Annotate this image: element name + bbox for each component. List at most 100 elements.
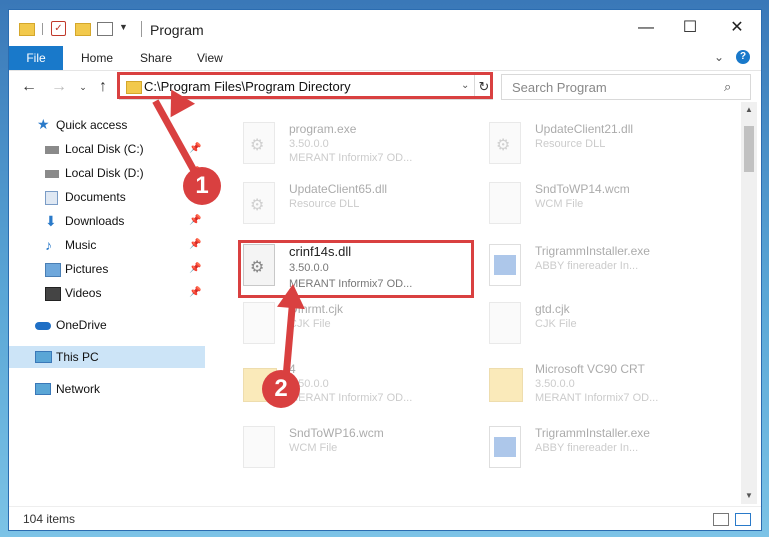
file-detail: 3.50.0.0	[535, 378, 575, 390]
sidebar-item-pictures[interactable]: Pictures 📌	[9, 258, 205, 280]
file-item[interactable]: UpdateClient65.dll Resource DLL	[233, 178, 481, 234]
close-button[interactable]: ✕	[714, 10, 760, 46]
pin-icon[interactable]: 📌	[189, 138, 201, 160]
explorer-window: ✓ ▼ Program — ☐ ✕ File Home Share View ⌄…	[9, 10, 761, 530]
refresh-icon[interactable]: ↻	[474, 75, 493, 99]
file-item[interactable]: Microsoft VC90 CRT 3.50.0.0 MERANT Infor…	[479, 358, 727, 414]
status-bar: 104 items	[9, 506, 761, 530]
gear-file-icon	[489, 122, 521, 164]
sidebar-item-music[interactable]: ♪ Music 📌	[9, 234, 205, 256]
expand-ribbon-chevron-icon[interactable]: ⌄	[714, 50, 724, 64]
customize-toolbar-chevron-icon[interactable]: ▼	[119, 22, 128, 38]
window-title: Program	[150, 22, 204, 38]
file-detail: MERANT Informix7 OD...	[289, 392, 413, 404]
step-1-badge: 1	[183, 167, 221, 205]
computer-icon	[35, 351, 52, 363]
pictures-icon	[45, 263, 61, 277]
file-highlight-box	[238, 240, 474, 298]
file-item[interactable]: SndToWP16.wcm WCM File	[233, 422, 481, 478]
vertical-scrollbar[interactable]: ▲ ▼	[741, 102, 757, 504]
up-arrow-icon[interactable]: ↑	[93, 77, 113, 97]
file-name: program.exe	[289, 122, 357, 136]
folder-icon	[489, 368, 523, 402]
pin-icon[interactable]: 📌	[189, 282, 201, 304]
back-arrow-icon[interactable]: ←	[19, 77, 39, 97]
cloud-icon	[35, 322, 51, 330]
sidebar-item-network[interactable]: Network	[9, 378, 205, 400]
ribbon-tabs: File Home Share View ⌄ ?	[9, 46, 761, 71]
title-bar: ✓ ▼ Program — ☐ ✕	[9, 10, 761, 46]
file-detail: CJK File	[289, 318, 331, 330]
file-detail: CJK File	[535, 318, 577, 330]
videos-icon	[45, 287, 61, 301]
scroll-down-arrow-icon[interactable]: ▼	[741, 488, 757, 504]
help-icon[interactable]: ?	[736, 50, 750, 64]
file-detail: MERANT Informix7 OD...	[535, 392, 659, 404]
file-detail: WCM File	[289, 442, 338, 454]
sidebar-item-this-pc[interactable]: This PC	[9, 346, 205, 368]
scroll-up-arrow-icon[interactable]: ▲	[741, 102, 757, 118]
pin-icon[interactable]: 📌	[189, 258, 201, 280]
sidebar-item-label: Pictures	[65, 262, 109, 276]
sidebar-item-label: OneDrive	[56, 318, 107, 332]
search-icon[interactable]: ⌕	[724, 79, 731, 95]
tab-home[interactable]: Home	[81, 46, 113, 70]
quick-access-folder-icon[interactable]	[19, 23, 35, 36]
installer-icon	[489, 426, 521, 468]
gear-file-icon	[243, 182, 275, 224]
file-item[interactable]: TrigrammInstaller.exe ABBY finereader In…	[479, 240, 727, 296]
file-item[interactable]: program.exe 3.50.0.0 MERANT Informix7 OD…	[233, 118, 481, 174]
tab-view[interactable]: View	[197, 46, 223, 70]
folder-icon	[126, 81, 142, 94]
tab-file[interactable]: File	[9, 46, 63, 70]
sidebar-item-label: Downloads	[65, 214, 125, 228]
navigation-pane: ★ Quick access Local Disk (C:) 📌 Local D…	[9, 110, 205, 502]
sidebar-item-onedrive[interactable]: OneDrive	[9, 314, 205, 336]
pin-icon[interactable]: 📌	[189, 210, 201, 232]
drive-icon	[45, 146, 59, 154]
title-divider	[141, 21, 142, 37]
large-icons-view-icon[interactable]	[735, 513, 751, 526]
sidebar-item-videos[interactable]: Videos 📌	[9, 282, 205, 304]
sidebar-item-label: Network	[56, 382, 101, 396]
blank-file-icon	[489, 182, 521, 224]
address-dropdown-chevron-icon[interactable]: ⌄	[461, 80, 469, 91]
new-folder-icon[interactable]	[75, 23, 91, 36]
blank-file-icon	[243, 302, 275, 344]
navigation-bar: ← → ⌄ ↑ C:\Program Files\Program Directo…	[9, 72, 761, 102]
download-icon: ⬇	[45, 213, 57, 229]
recent-locations-chevron-icon[interactable]: ⌄	[73, 77, 93, 97]
sidebar-item-label: Videos	[65, 286, 102, 300]
file-item[interactable]: gtd.cjk CJK File	[479, 298, 727, 354]
tab-share[interactable]: Share	[140, 46, 172, 70]
music-icon: ♪	[45, 237, 52, 253]
sidebar-item-label: Quick access	[56, 118, 128, 132]
details-view-icon[interactable]	[713, 513, 729, 526]
minimize-button[interactable]: —	[623, 10, 669, 46]
blank-file-icon	[489, 302, 521, 344]
sidebar-item-local-disk-d[interactable]: Local Disk (D:) 📌	[9, 162, 205, 184]
file-detail: Resource DLL	[289, 198, 360, 210]
maximize-button[interactable]: ☐	[667, 10, 713, 46]
sidebar-item-label: This PC	[56, 350, 99, 364]
pin-icon[interactable]: 📌	[189, 234, 201, 256]
sidebar-item-downloads[interactable]: ⬇ Downloads 📌	[9, 210, 205, 232]
file-name: TrigrammInstaller.exe	[535, 244, 650, 258]
search-input[interactable]: Search Program ⌕	[501, 74, 751, 100]
properties-check-icon[interactable]: ✓	[51, 21, 66, 36]
file-detail: WCM File	[535, 198, 584, 210]
file-name: SndToWP16.wcm	[289, 426, 384, 440]
file-item[interactable]: Dfhrmt.cjk CJK File	[233, 298, 481, 354]
file-item[interactable]: TrigrammInstaller.exe ABBY finereader In…	[479, 422, 727, 478]
file-name: gtd.cjk	[535, 302, 570, 316]
sidebar-item-label: Local Disk (C:)	[65, 142, 144, 156]
forward-arrow-icon[interactable]: →	[49, 77, 69, 97]
scroll-thumb[interactable]	[744, 126, 754, 172]
file-detail: Resource DLL	[535, 138, 606, 150]
star-icon: ★	[37, 116, 50, 132]
properties-icon[interactable]	[97, 22, 113, 36]
file-item[interactable]: UpdateClient21.dll Resource DLL	[479, 118, 727, 174]
file-detail: 3.50.0.0	[289, 138, 329, 150]
file-item[interactable]: SndToWP14.wcm WCM File	[479, 178, 727, 234]
sidebar-item-documents[interactable]: Documents 📌	[9, 186, 205, 208]
